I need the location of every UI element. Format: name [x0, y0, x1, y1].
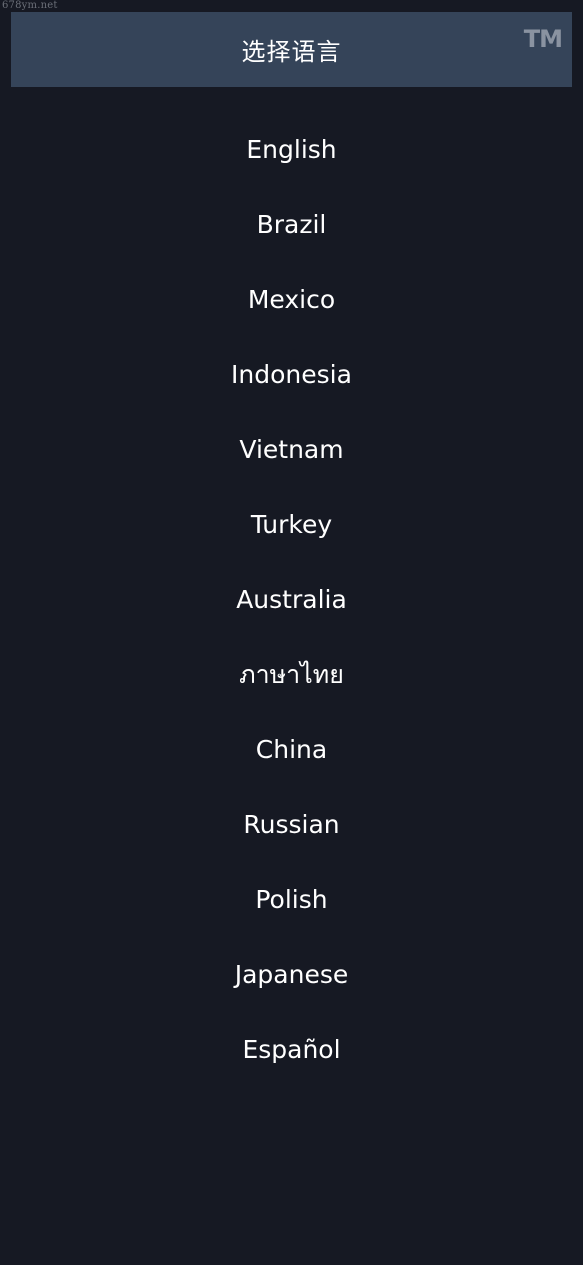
language-option-australia[interactable]: Australia: [0, 562, 583, 637]
page-title: 选择语言: [241, 38, 342, 66]
language-list: English Brazil Mexico Indonesia Vietnam …: [0, 112, 583, 1087]
language-option-brazil[interactable]: Brazil: [0, 187, 583, 262]
language-option-thai[interactable]: ภาษาไทย: [0, 637, 583, 712]
language-option-vietnam[interactable]: Vietnam: [0, 412, 583, 487]
language-option-china[interactable]: China: [0, 712, 583, 787]
tm-logo: TM: [523, 25, 563, 53]
language-option-turkey[interactable]: Turkey: [0, 487, 583, 562]
language-option-russian[interactable]: Russian: [0, 787, 583, 862]
language-option-mexico[interactable]: Mexico: [0, 262, 583, 337]
language-option-japanese[interactable]: Japanese: [0, 937, 583, 1012]
language-option-english[interactable]: English: [0, 112, 583, 187]
language-option-espanol[interactable]: Español: [0, 1012, 583, 1087]
page-header: 选择语言 TM: [11, 12, 572, 87]
watermark-text: 678ym.net: [2, 0, 58, 11]
language-option-indonesia[interactable]: Indonesia: [0, 337, 583, 412]
language-option-polish[interactable]: Polish: [0, 862, 583, 937]
